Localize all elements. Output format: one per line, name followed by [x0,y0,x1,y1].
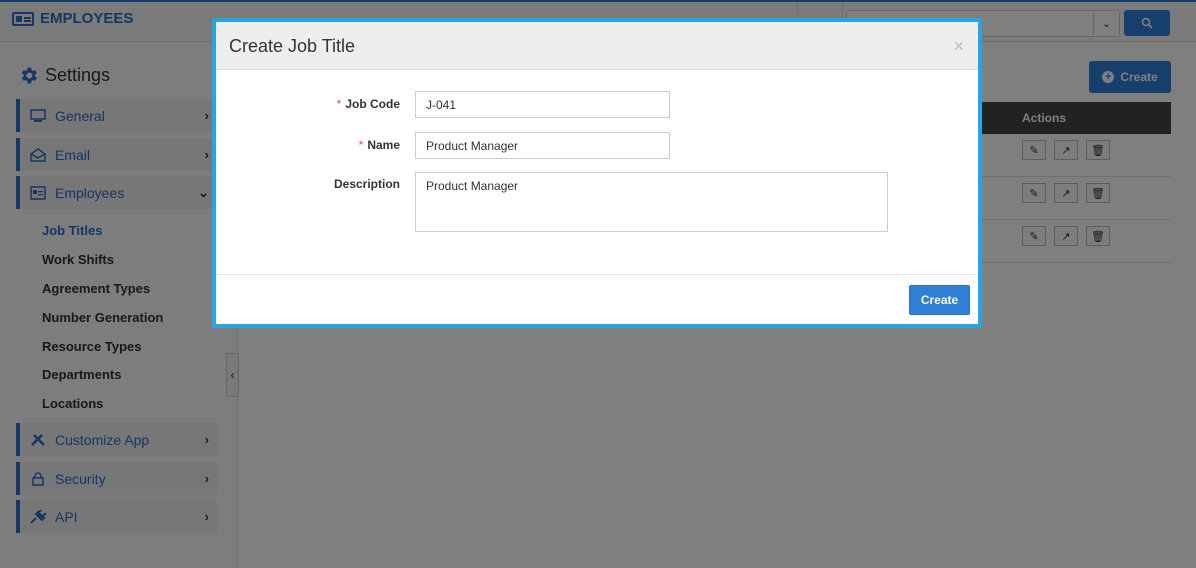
description-label: Description [333,177,400,191]
modal-footer: Create [216,274,978,324]
name-label-text: Name [367,138,400,152]
modal-title: Create Job Title [229,36,356,56]
name-label: * Name [359,138,400,152]
modal-header: Create Job Title × [216,22,978,70]
job-code-label-text: Job Code [345,97,400,111]
close-icon[interactable]: × [953,36,964,57]
create-job-title-modal: Create Job Title × *Job Code *Name Descr… [212,18,982,328]
required-marker: * [336,97,342,111]
create-button[interactable]: Create [909,285,970,315]
job-code-field[interactable] [415,91,670,118]
required-marker: * [358,138,364,152]
name-field[interactable] [415,132,670,159]
job-code-label: * Job Code [337,97,400,111]
description-field[interactable]: Product Manager [415,172,888,232]
